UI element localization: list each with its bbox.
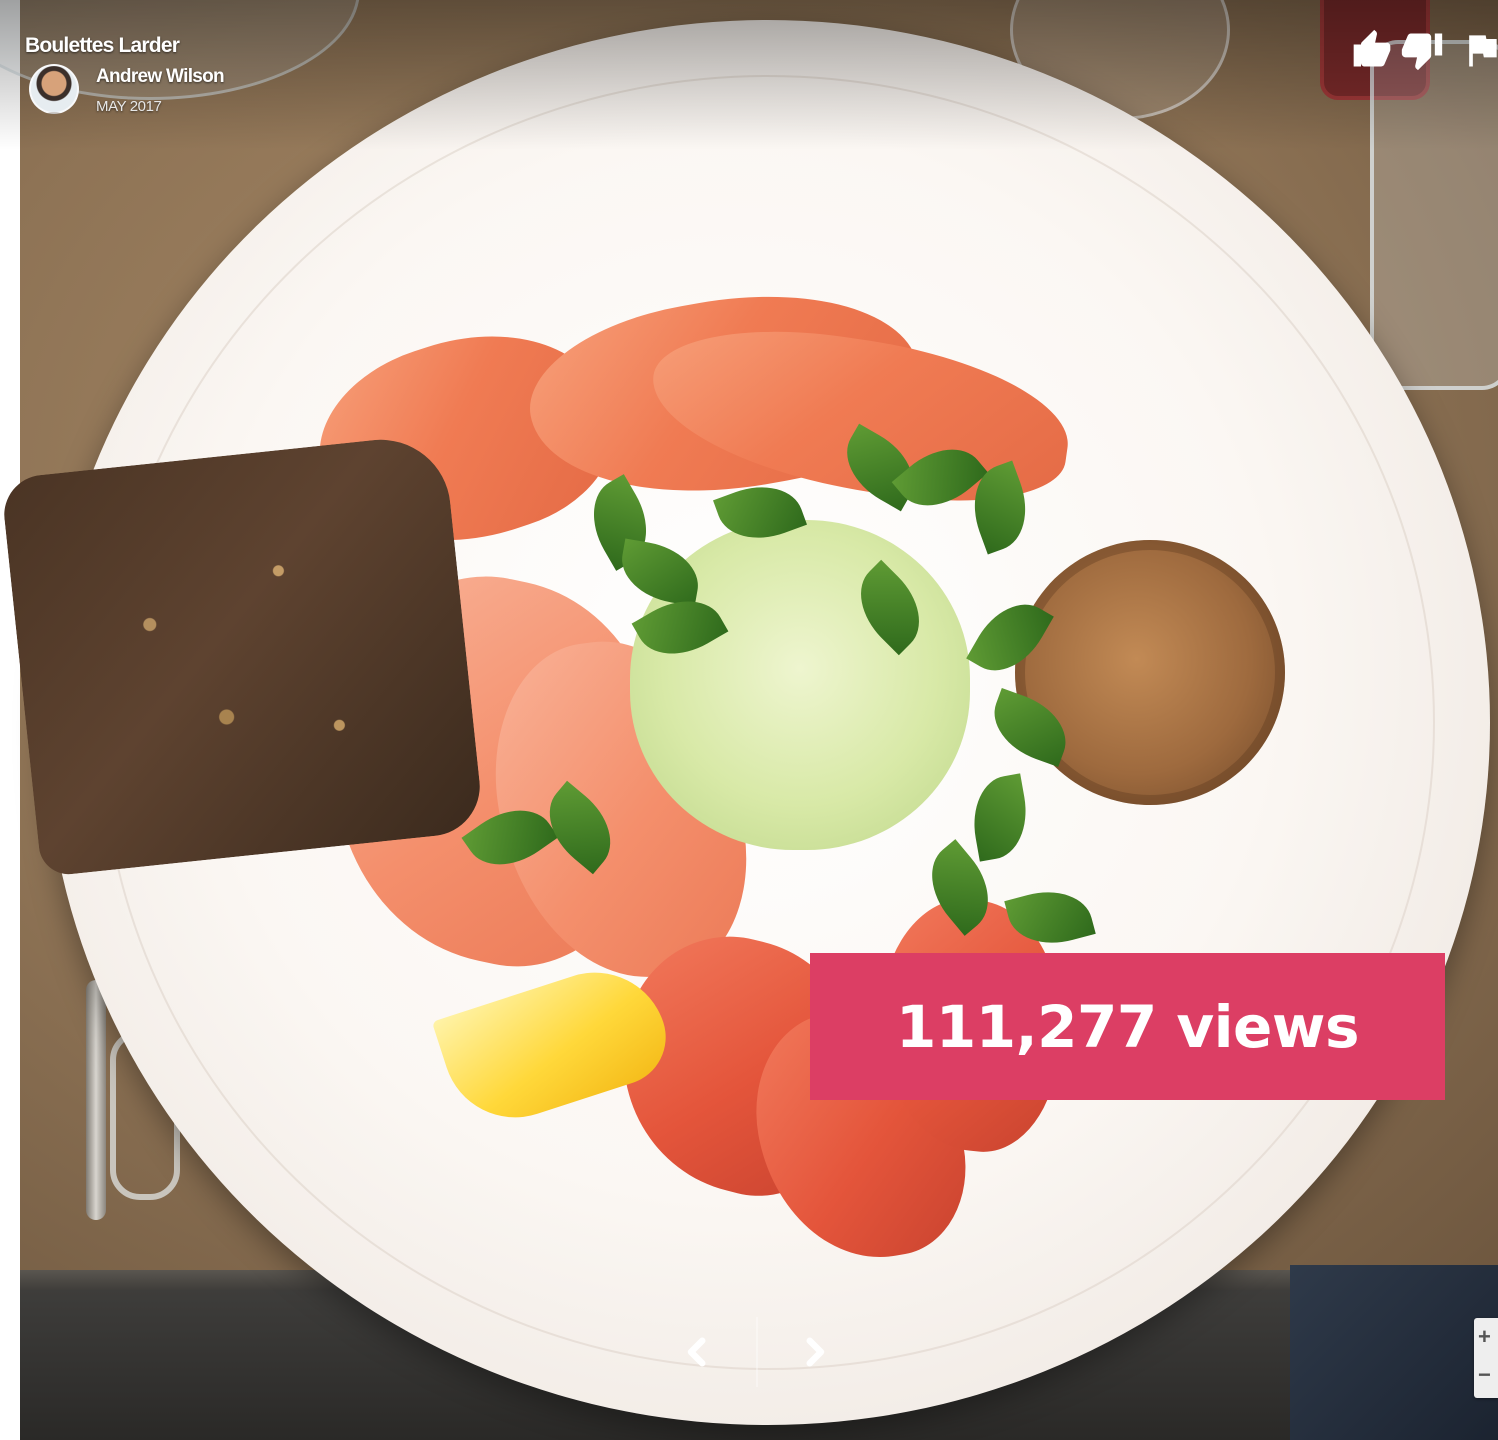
header-gradient xyxy=(0,0,1498,150)
flag-icon[interactable] xyxy=(1460,28,1498,72)
zoom-in-button[interactable]: + xyxy=(1478,1324,1498,1354)
chevron-right-icon[interactable] xyxy=(786,1322,846,1382)
food-photo xyxy=(0,0,1498,1440)
chevron-left-icon[interactable] xyxy=(666,1322,726,1382)
napkin xyxy=(1290,1265,1498,1440)
author-name[interactable]: Andrew Wilson xyxy=(96,66,225,88)
avatar[interactable] xyxy=(29,64,79,114)
zoom-out-button[interactable]: − xyxy=(1478,1362,1498,1392)
photo-date: MAY 2017 xyxy=(96,98,162,115)
nav-divider xyxy=(756,1317,758,1387)
views-count: 111,277 views xyxy=(896,992,1360,1061)
viewer-edge xyxy=(0,0,20,1440)
views-badge: 111,277 views xyxy=(810,953,1445,1100)
seeded-cracker xyxy=(0,432,485,878)
thumbs-down-icon[interactable] xyxy=(1400,28,1444,72)
knife xyxy=(86,980,106,1220)
thumbs-up-icon[interactable] xyxy=(1350,28,1394,72)
place-name[interactable]: Boulettes Larder xyxy=(25,34,180,58)
